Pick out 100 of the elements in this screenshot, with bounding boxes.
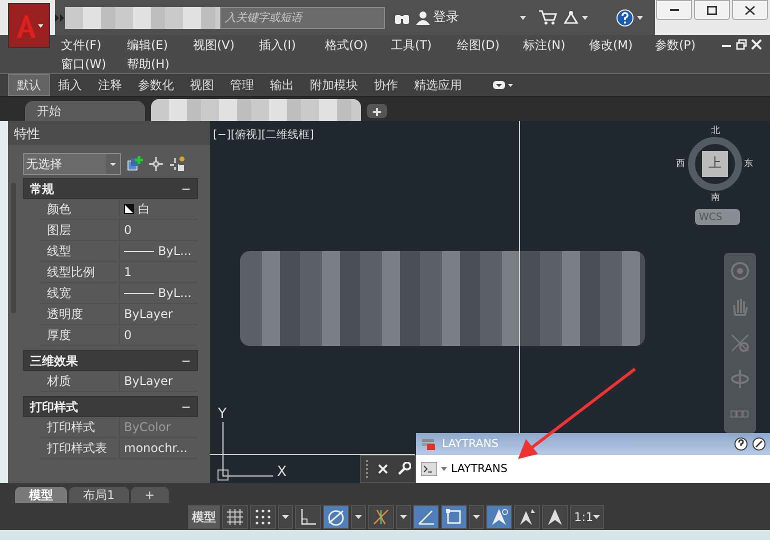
property-label: 图层 <box>46 222 72 239</box>
polar-toggle[interactable] <box>323 504 349 528</box>
close-icon[interactable] <box>378 464 388 474</box>
ribbon-tab[interactable]: 插入 <box>50 75 90 95</box>
close-icon[interactable] <box>751 39 762 50</box>
menu-item[interactable]: 格式(O) <box>325 36 391 54</box>
ribbon-tab[interactable]: 参数化 <box>130 75 182 95</box>
wrench-icon[interactable] <box>396 462 411 476</box>
caret-icon <box>282 514 289 518</box>
toggle-pickadd-icon[interactable] <box>169 156 185 172</box>
menu-item[interactable]: 插入(I) <box>259 36 325 54</box>
section-header[interactable]: 打印样式 − <box>23 396 198 417</box>
triangle-nodes-icon <box>563 10 579 24</box>
object-snap-icon <box>445 508 463 526</box>
right-angle-icon <box>299 508 317 526</box>
caret-icon <box>355 514 362 518</box>
search-field[interactable]: 入关键字或短语 <box>220 6 385 28</box>
layout-tab[interactable]: 布局1 <box>69 487 129 503</box>
property-label: 线宽 <box>46 285 72 302</box>
ribbon-tab[interactable]: 默认 <box>8 74 50 96</box>
dropdown-button[interactable] <box>351 504 366 528</box>
property-value: ByL... <box>158 285 192 302</box>
ucs-icon <box>218 422 273 480</box>
layout-tab[interactable]: + <box>130 487 169 503</box>
caret-icon <box>38 24 43 28</box>
menu-item[interactable]: 帮助(H) <box>127 54 193 72</box>
caret-icon <box>520 16 526 20</box>
minimize-button[interactable] <box>656 0 692 20</box>
command-input[interactable]: LAYTRANS <box>416 455 770 483</box>
cart-button[interactable] <box>536 10 560 25</box>
menu-item[interactable]: 绘图(D) <box>457 36 523 54</box>
property-value: 1 <box>124 264 132 281</box>
help-icon[interactable] <box>734 437 748 451</box>
drawing-canvas[interactable]: [−][俯视][二维线框] 北 西 上 东 南 WCS Y X LAYTRANS LAYTRANS <box>210 121 770 483</box>
right-angle-toggle[interactable] <box>295 504 321 528</box>
caret-icon <box>106 154 120 174</box>
auto-scale-toggle[interactable] <box>514 504 540 528</box>
dropdown-button[interactable] <box>396 504 411 528</box>
compass-direction: 西 <box>676 158 685 171</box>
ribbon-tab[interactable]: 注释 <box>90 75 130 95</box>
dot-grid-icon <box>254 508 272 526</box>
property-value: ByLayer <box>124 373 173 390</box>
pick-point-icon[interactable] <box>149 157 163 171</box>
section-header[interactable]: 三维效果 − <box>23 350 198 371</box>
ribbon-tab[interactable]: 精选应用 <box>406 75 470 95</box>
menu-item[interactable]: 修改(M) <box>589 36 655 54</box>
menu-item[interactable]: 视图(V) <box>193 36 259 54</box>
collapse-button[interactable]: − <box>180 180 191 198</box>
panel-dropdown-button[interactable] <box>490 81 516 89</box>
object-snap-toggle[interactable] <box>441 504 467 528</box>
login-button[interactable]: 登录 <box>413 8 462 28</box>
iso-toggle[interactable] <box>368 504 394 528</box>
collapse-button[interactable]: − <box>180 352 191 370</box>
annotation-scale-toggle[interactable] <box>486 504 512 528</box>
user-icon <box>416 10 430 24</box>
annotation-visibility-toggle[interactable] <box>542 504 568 528</box>
ribbon-tab[interactable]: 协作 <box>366 75 406 95</box>
property-value: 0 <box>124 327 132 344</box>
ribbon-tab[interactable]: 输出 <box>262 75 302 95</box>
cube-face[interactable]: 上 <box>702 151 728 177</box>
dot-grid-toggle[interactable] <box>250 504 276 528</box>
section-header[interactable]: 常规 − <box>23 178 198 199</box>
compass-direction: 北 <box>711 125 720 138</box>
new-tab-button[interactable] <box>367 104 387 118</box>
angle-track-toggle[interactable] <box>413 504 439 528</box>
quick-select-icon[interactable] <box>127 156 143 172</box>
menu-item[interactable]: 窗口(W) <box>61 54 127 72</box>
menu-item[interactable]: 工具(T) <box>391 36 457 54</box>
property-value: ByL... <box>158 243 192 260</box>
caret-icon <box>637 16 643 20</box>
maximize-icon <box>707 6 717 14</box>
viewport-controls[interactable]: [−][俯视][二维线框] <box>213 127 314 144</box>
model-space-button[interactable]: 模型 <box>188 504 220 528</box>
maximize-button[interactable] <box>694 0 730 20</box>
restore-icon[interactable] <box>736 39 747 50</box>
dropdown-button[interactable] <box>469 504 484 528</box>
ribbon-tab[interactable]: 附加模块 <box>302 75 366 95</box>
double-arrow-icon <box>55 14 65 22</box>
compass-direction: 东 <box>744 158 753 171</box>
collapse-button[interactable]: − <box>180 398 191 416</box>
pin-icon[interactable] <box>752 437 766 451</box>
property-value: ByLayer <box>124 306 173 323</box>
dropdown-button[interactable] <box>278 504 293 528</box>
application-button[interactable] <box>8 3 50 48</box>
layout-tab[interactable]: 模型 <box>15 487 67 503</box>
menu-item[interactable]: 参数(P) <box>655 36 721 54</box>
grid-toggle[interactable] <box>222 504 248 528</box>
annotation-visibility-icon <box>546 508 564 526</box>
section-title: 打印样式 <box>30 398 78 416</box>
file-tab[interactable]: 开始 <box>25 101 145 121</box>
dropdown-icon <box>493 81 513 89</box>
menu-item[interactable]: 标注(N) <box>523 36 589 54</box>
close-button[interactable] <box>732 0 768 20</box>
annotation-scale-button[interactable]: 1:1 <box>570 504 604 528</box>
menu-item[interactable]: 文件(F) <box>61 36 127 54</box>
ribbon-tab[interactable]: 视图 <box>182 75 222 95</box>
selection-dropdown[interactable]: 无选择 <box>23 153 121 175</box>
iso-icon <box>372 508 390 526</box>
ribbon-tab[interactable]: 管理 <box>222 75 262 95</box>
menu-item[interactable]: 编辑(E) <box>127 36 193 54</box>
